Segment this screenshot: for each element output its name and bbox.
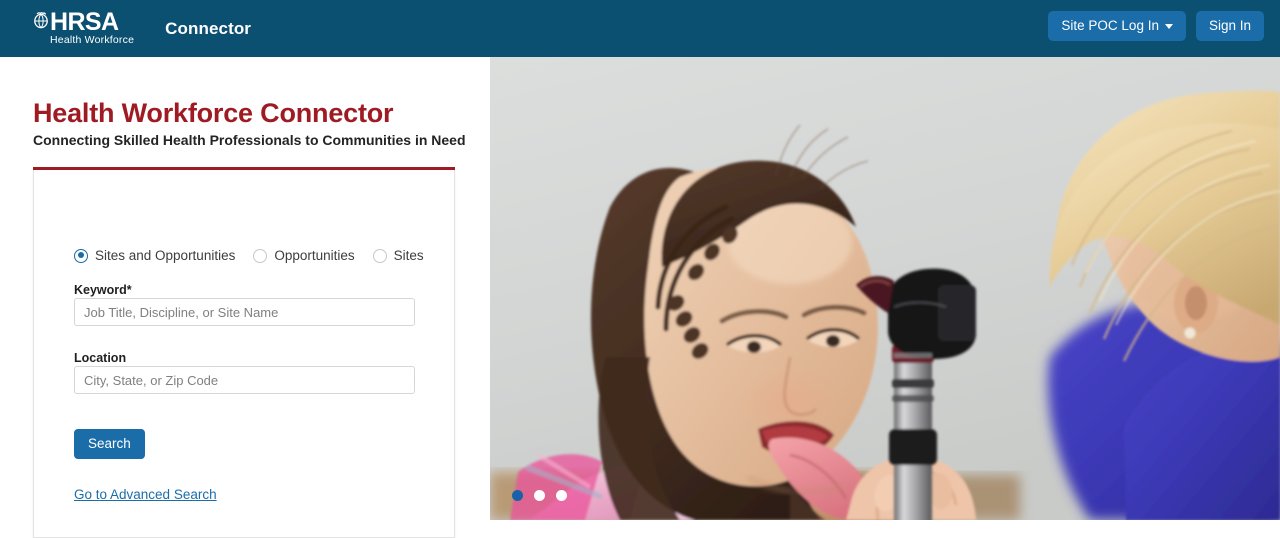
radio-circle-icon	[74, 248, 88, 263]
location-label: Location	[74, 351, 127, 365]
radio-label-sites: Sites	[393, 248, 424, 263]
radio-circle-icon	[372, 248, 387, 263]
site-header: HRSA Health Workforce Connector Site POC…	[0, 0, 1280, 57]
site-poc-login-button[interactable]: Site POC Log In	[1048, 11, 1186, 41]
keyword-input[interactable]	[74, 298, 415, 326]
header-actions: Site POC Log In Sign In	[1048, 11, 1264, 41]
sign-in-button[interactable]: Sign In	[1195, 11, 1264, 41]
hrsa-logo: HRSA Health Workforce	[33, 8, 135, 47]
chevron-down-icon	[1164, 23, 1173, 29]
radio-label-opportunities: Opportunities	[274, 248, 355, 263]
radio-sites-and-opportunities[interactable]: Sites and Opportunities	[74, 248, 235, 263]
location-input[interactable]	[74, 366, 415, 394]
radio-sites[interactable]: Sites	[372, 248, 424, 263]
radio-circle-icon	[253, 248, 268, 263]
carousel-dot-3[interactable]	[556, 490, 567, 501]
sign-in-label: Sign In	[1208, 18, 1251, 33]
radio-label-sites-and-opportunities: Sites and Opportunities	[95, 248, 236, 263]
logo-secondary-text: Health Workforce	[50, 34, 135, 47]
search-button[interactable]: Search	[74, 429, 145, 460]
logo-primary-text: HRSA	[50, 8, 119, 37]
brand-logo[interactable]: HRSA Health Workforce	[33, 8, 135, 47]
carousel-dot-1[interactable]	[512, 490, 523, 501]
left-panel: Health Workforce Connector Connecting Sk…	[0, 57, 490, 538]
app-name: Connector	[165, 18, 252, 38]
page-subtitle: Connecting Skilled Health Professionals …	[33, 132, 466, 148]
advanced-search-link[interactable]: Go to Advanced Search	[74, 487, 217, 502]
carousel-dot-2[interactable]	[534, 490, 545, 501]
page-title: Health Workforce Connector	[33, 98, 394, 128]
clinic-exam-photo	[490, 57, 1280, 520]
carousel-dots	[512, 490, 567, 501]
site-poc-login-label: Site POC Log In	[1061, 18, 1159, 33]
search-type-radio-group: Sites and Opportunities Opportunities Si…	[74, 248, 424, 263]
search-card: Sites and Opportunities Opportunities Si…	[33, 170, 455, 538]
hrsa-seal-icon	[34, 12, 48, 29]
keyword-label: Keyword*	[74, 283, 132, 297]
radio-opportunities[interactable]: Opportunities	[253, 248, 355, 263]
hero-carousel-image[interactable]	[490, 57, 1280, 520]
